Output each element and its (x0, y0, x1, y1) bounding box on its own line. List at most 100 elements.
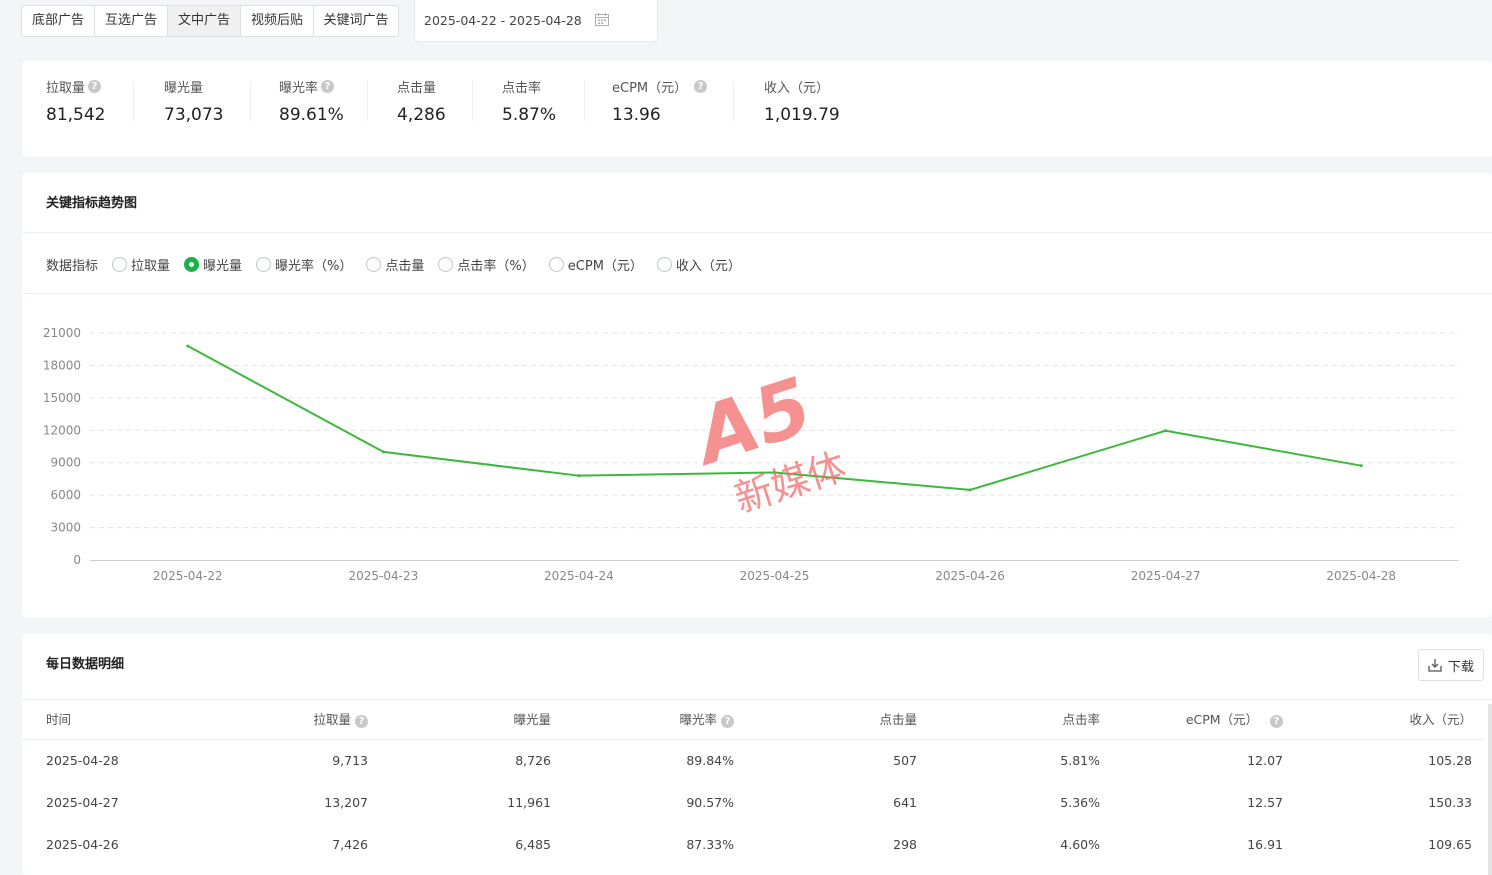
col-ecpm: eCPM（元） ? (1112, 699, 1295, 740)
cell-click-rate: 4.60% (1060, 836, 1100, 852)
radio-circle (438, 257, 454, 272)
x-tick-label: 2025-04-27 (1131, 569, 1201, 583)
data-point (186, 344, 190, 348)
ad-type-tabs: 底部广告 互选广告 文中广告 视频后贴 关键词广告 (21, 5, 399, 37)
cell-impression-rate: 90.57% (686, 794, 734, 810)
tab-mutual-select-ad[interactable]: 互选广告 (95, 6, 168, 36)
radio-label: 曝光率（%） (275, 259, 353, 274)
date-range-value: 2025-04-22 - 2025-04-28 (424, 13, 582, 28)
radio-label: 曝光量 (203, 259, 243, 274)
radio-circle (184, 257, 200, 272)
col-revenue: 收入（元） (1295, 699, 1484, 740)
metric-selector-label: 数据指标 (46, 259, 99, 274)
tab-in-article-ad[interactable]: 文中广告 (168, 6, 241, 36)
cell-impression-rate: 87.33% (686, 836, 734, 852)
divider (367, 81, 368, 121)
x-tick-label: 2025-04-22 (153, 569, 223, 583)
stat-value: 89.61% (279, 105, 344, 125)
radio-clicks[interactable]: 点击量 (366, 255, 424, 274)
divider (133, 81, 134, 121)
tab-video-post-ad[interactable]: 视频后贴 (241, 6, 314, 36)
divider (472, 81, 473, 121)
help-icon[interactable]: ? (88, 80, 102, 93)
help-icon[interactable]: ? (321, 80, 335, 93)
column-label: 拉取量 (313, 712, 352, 728)
y-tick-label: 12000 (43, 423, 81, 437)
help-icon[interactable]: ? (694, 80, 708, 93)
radio-label: 收入（元） (675, 259, 741, 274)
stat-label: 拉取量 (46, 81, 86, 96)
radio-circle (656, 257, 672, 272)
help-icon[interactable]: ? (355, 715, 368, 729)
detail-title: 每日数据明细 (46, 657, 125, 672)
data-point (381, 450, 385, 454)
cell-revenue: 105.28 (1428, 752, 1472, 768)
radio-circle (256, 257, 272, 272)
help-icon[interactable]: ? (721, 715, 734, 729)
stat-label: 曝光量 (164, 81, 204, 96)
radio-impression-rate[interactable]: 曝光率（%） (256, 255, 352, 274)
radio-pull-count[interactable]: 拉取量 (112, 255, 170, 274)
divider (250, 81, 251, 121)
x-tick-label: 2025-04-28 (1326, 569, 1396, 583)
stat-value: 5.87% (502, 105, 557, 125)
y-tick-label: 6000 (50, 488, 81, 502)
radio-label: 拉取量 (131, 259, 171, 274)
column-label: 曝光量 (513, 712, 551, 728)
tab-keyword-ad[interactable]: 关键词广告 (314, 6, 398, 36)
help-icon[interactable]: ? (1270, 715, 1283, 729)
download-button[interactable]: 下载 (1418, 649, 1484, 681)
cell-date: 2025-04-26 (46, 836, 119, 852)
cell-ecpm: 12.57 (1247, 794, 1283, 810)
radio-ecpm[interactable]: eCPM（元） (548, 255, 643, 274)
column-label: eCPM（元） (1185, 712, 1259, 728)
stat-ecpm: eCPM（元）? 13.96 (612, 77, 708, 125)
stat-impressions: 曝光量 73,073 (164, 77, 223, 125)
y-tick-label: 9000 (50, 456, 81, 470)
radio-click-rate[interactable]: 点击率（%） (438, 255, 535, 274)
stat-value: 73,073 (164, 105, 224, 125)
cell-pull-count: 9,713 (332, 752, 368, 768)
series-line (187, 345, 1362, 491)
cell-impressions: 11,961 (507, 794, 551, 810)
divider (22, 232, 1492, 233)
tab-bottom-ad[interactable]: 底部广告 (22, 6, 95, 36)
cell-ecpm: 16.91 (1247, 836, 1283, 852)
stat-impression-rate: 曝光率? 89.61% (279, 77, 344, 125)
radio-label: 点击量 (385, 259, 425, 274)
y-tick-label: 15000 (43, 391, 81, 405)
radio-label: eCPM（元） (567, 259, 643, 274)
x-tick-label: 2025-04-23 (348, 569, 418, 583)
y-tick-label: 3000 (50, 521, 81, 535)
vertical-scrollbar[interactable] (1488, 704, 1492, 875)
col-date: 时间 (22, 699, 172, 740)
cell-date: 2025-04-27 (46, 794, 119, 810)
cell-pull-count: 7,426 (332, 836, 368, 852)
cell-impressions: 6,485 (515, 836, 551, 852)
radio-revenue[interactable]: 收入（元） (656, 255, 741, 274)
column-label: 时间 (46, 712, 72, 728)
cell-pull-count: 13,207 (324, 794, 368, 810)
stat-label: 点击率 (502, 81, 542, 96)
metric-selector: 数据指标 拉取量 曝光量 曝光率（%） 点击量 点击率（%） eCPM（元） 收… (46, 255, 755, 274)
stat-value: 4,286 (397, 105, 446, 125)
radio-impressions[interactable]: 曝光量 (184, 255, 242, 274)
cell-date: 2025-04-28 (46, 752, 119, 768)
x-tick-label: 2025-04-24 (544, 569, 614, 583)
cell-ecpm: 12.07 (1247, 752, 1283, 768)
download-label: 下载 (1447, 659, 1474, 675)
col-click-rate: 点击率 (929, 699, 1112, 740)
trend-title: 关键指标趋势图 (46, 196, 138, 211)
divider (733, 81, 734, 121)
date-range-picker[interactable]: 2025-04-22 - 2025-04-28 (414, 0, 658, 42)
stat-label: eCPM（元） (612, 81, 688, 96)
stat-clicks: 点击量 4,286 (397, 77, 446, 125)
trend-chart-card: 关键指标趋势图 数据指标 拉取量 曝光量 曝光率（%） 点击量 点击率（%） e… (22, 173, 1492, 617)
daily-detail-card: 每日数据明细 下载 时间 拉取量 ? 曝光量 曝光率 ? 点击量 点击率 eCP… (22, 634, 1492, 875)
y-tick-label: 0 (73, 553, 81, 567)
table-row: 2025-04-28 9,713 8,726 89.84% 507 5.81% … (22, 739, 1484, 781)
x-tick-label: 2025-04-26 (935, 569, 1005, 583)
cell-impressions: 8,726 (515, 752, 551, 768)
download-icon (1428, 659, 1442, 672)
stat-click-rate: 点击率 5.87% (502, 77, 556, 125)
